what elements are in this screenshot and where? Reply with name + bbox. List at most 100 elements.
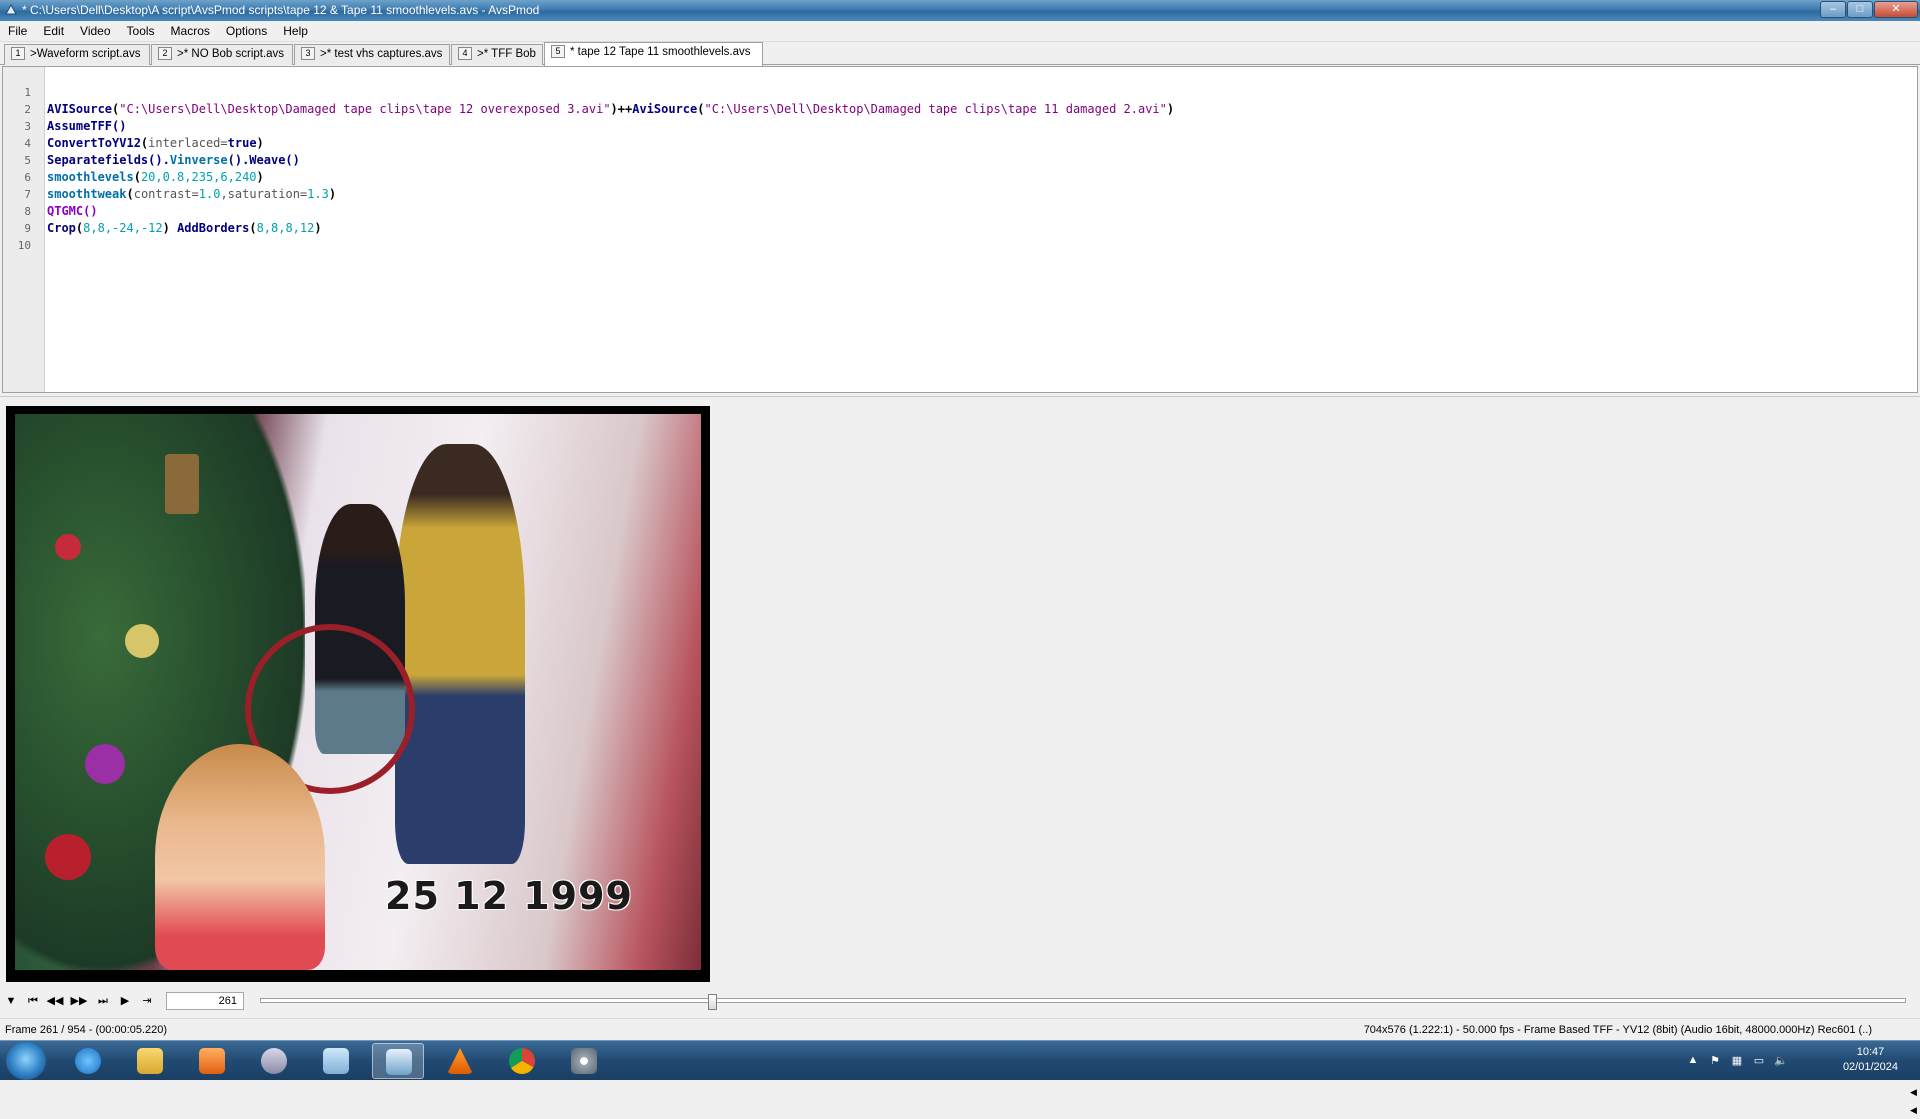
code-text: AssumeTFF() [47,119,127,133]
last-frame-button[interactable]: ⏭ [94,993,112,1009]
prev-frame-button[interactable]: ◀◀ [46,993,64,1009]
numeric-value: 1.3 [307,187,329,201]
chrome-icon[interactable] [496,1043,548,1079]
playback-bar: ▼ ⏮ ◀◀ ▶▶ ⏭ ▶ ⇥ 261 [0,990,1920,1012]
parameter-name: saturation= [227,187,308,201]
code-text: AVISource ( "C:\Users\Dell\Desktop\Damaged… [47,101,1174,118]
tab-label: >* test vhs captures.avs [320,48,443,60]
code-text: ConvertToYV12(interlaced=true) [47,135,264,152]
string-literal: "C:\Users\Dell\Desktop\Damaged tape clip… [119,102,611,116]
snipping-glyph-icon [261,1048,287,1074]
timeline-slider[interactable] [260,994,1906,1010]
close-button[interactable]: ✕ [1874,1,1918,18]
function-name: smoothtweak [47,187,127,201]
video-preview-pane: 25 12 1999 ◀◀◀ [0,396,1920,1115]
video-info-status: 704x576 (1.222:1) - 50.000 fps - Frame B… [1363,1024,1872,1036]
vlc-icon[interactable] [434,1043,486,1079]
tab-number: 2 [158,47,172,61]
video-frame[interactable]: 25 12 1999 [6,406,710,982]
menu-video[interactable]: Video [72,21,118,41]
code-text: Separatefields().Vinverse().Weave() [47,152,300,169]
function-name: smoothlevels [47,170,134,184]
window-title: * C:\Users\Dell\Desktop\A script\AvsPmod… [22,3,540,17]
child-figure [155,744,325,970]
tab-number: 5 [551,45,565,59]
battery-icon[interactable]: ▭ [1752,1054,1766,1068]
folder-glyph-icon [137,1048,163,1074]
gear-icon [571,1048,597,1074]
menu-triangle-button[interactable]: ▼ [2,993,20,1009]
slider-thumb[interactable] [708,994,717,1010]
menu-bar: File Edit Video Tools Macros Options Hel… [0,21,1920,42]
notepad-glyph-icon [323,1048,349,1074]
code-line: 4 Separatefields().Vinverse().Weave() [3,118,300,167]
ie-icon[interactable] [62,1043,114,1079]
ie-glyph-icon [75,1048,101,1074]
numeric-args: 20,0.8,235,6,240 [140,170,257,184]
system-clock[interactable]: 10:47 02/01/2024 [1843,1045,1898,1075]
avspmod-icon[interactable] [372,1043,424,1079]
system-tray: ▲ ⚑ ▦ ▭ 🔈 10:47 02/01/2024 [1680,1041,1920,1081]
next-frame-button[interactable]: ▶▶ [70,993,88,1009]
menu-macros[interactable]: Macros [163,21,218,41]
first-frame-button[interactable]: ⏮ [24,993,42,1009]
ornament [125,624,159,658]
snipping-icon[interactable] [248,1043,300,1079]
windows-taskbar: ▲ ⚑ ▦ ▭ 🔈 10:47 02/01/2024 [0,1040,1920,1080]
frame-number-input[interactable]: 261 [166,992,244,1010]
menu-help[interactable]: Help [275,21,316,41]
paren: ) [328,187,337,201]
tab-label: >* NO Bob script.avs [177,48,285,60]
paren: ) [162,221,178,235]
tab-label: >* TFF Bob [477,48,536,60]
paren: ) [256,170,264,184]
tab-no-bob-script[interactable]: 2 >* NO Bob script.avs [151,44,293,65]
start-button-icon[interactable] [6,1042,46,1080]
goto-frame-button[interactable]: ⇥ [138,993,156,1009]
tab-tff-bob[interactable]: 4 >* TFF Bob [451,44,543,65]
woman-figure [395,444,525,864]
numeric-value: 1.0 [198,187,221,201]
tab-number: 3 [301,47,315,61]
date-overlay: 25 12 1999 [385,874,633,918]
menu-tools[interactable]: Tools [119,21,163,41]
paren: ( [133,170,141,184]
show-hidden-icons-icon[interactable]: ▲ [1686,1054,1700,1068]
tab-waveform-script[interactable]: 1 >Waveform script.avs [4,44,150,65]
avspmod-glyph-icon [386,1049,412,1075]
code-line: 2 AssumeTFF() [3,84,126,133]
flag-icon[interactable]: ⚑ [1708,1054,1722,1068]
code-text: smoothtweak(contrast=1.0,saturation=1.3) [47,186,336,203]
menu-options[interactable]: Options [218,21,275,41]
ornament [45,834,91,880]
tab-number: 1 [11,47,25,61]
paren: ) [256,136,264,150]
script-editor[interactable]: 1 AVISource("C:\Users\Dell\Desktop\Damag… [2,66,1918,393]
media-player-icon[interactable] [186,1043,238,1079]
explorer-icon[interactable] [124,1043,176,1079]
minimize-button[interactable]: – [1820,1,1846,18]
paren: ( [697,102,705,116]
function-name: AVISource [47,102,113,116]
settings-icon[interactable] [558,1043,610,1079]
window-controls: – □ ✕ [1820,1,1918,18]
tab-tape12-tape11-smoothlevels[interactable]: 5 * tape 12 Tape 11 smoothlevels.avs [544,42,763,66]
code-line: 1 AVISource("C:\Users\Dell\Desktop\Damag… [3,67,1174,116]
paren: ) [1166,102,1175,116]
menu-edit[interactable]: Edit [35,21,72,41]
notepad-icon[interactable] [310,1043,362,1079]
title-bar: * C:\Users\Dell\Desktop\A script\AvsPmod… [0,0,1920,21]
network-icon[interactable]: ▦ [1730,1054,1744,1068]
volume-icon[interactable]: 🔈 [1774,1054,1788,1068]
code-line: 7 QTGMC() [3,169,97,218]
clock-date: 02/01/2024 [1842,1061,1898,1073]
menu-file[interactable]: File [0,21,35,41]
maximize-button[interactable]: □ [1847,1,1873,18]
function-name: Separatefields(). [47,153,170,167]
concat-operator: )++ [610,102,633,116]
function-name: Vinverse [169,153,228,167]
tab-test-vhs-captures[interactable]: 3 >* test vhs captures.avs [294,44,450,65]
function-name: Crop [47,221,76,235]
slider-track[interactable] [260,998,1906,1003]
play-button[interactable]: ▶ [116,993,134,1009]
